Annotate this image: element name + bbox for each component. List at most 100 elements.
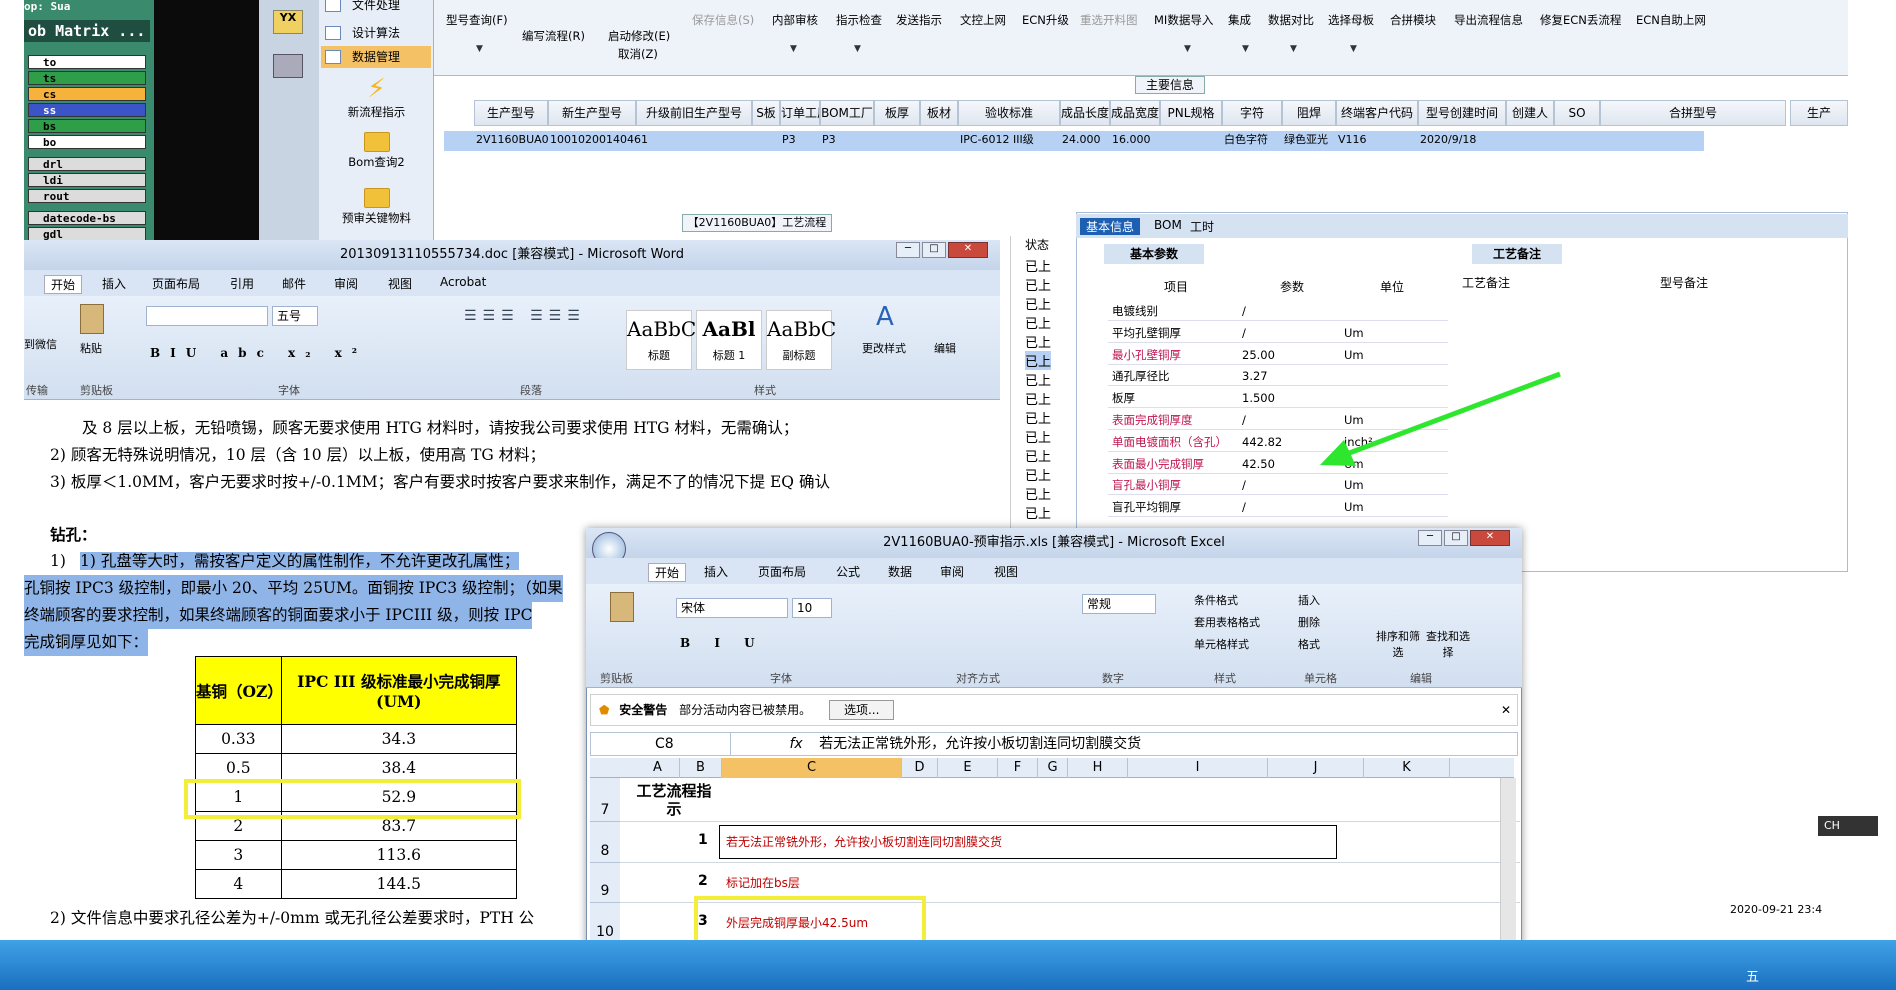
layer-item[interactable]: bs bbox=[28, 119, 146, 133]
grid-column-header[interactable]: BOM工厂 bbox=[820, 100, 874, 126]
find-select-button[interactable]: 查找和选择 bbox=[1426, 628, 1470, 660]
printer-icon[interactable] bbox=[273, 54, 303, 78]
toolbar-compare[interactable]: 数据对比 bbox=[1268, 12, 1314, 28]
toolbar-save[interactable]: 保存信息(S) bbox=[692, 12, 754, 28]
column-header[interactable]: A bbox=[636, 758, 680, 778]
subtab-basic-params[interactable]: 基本参数 bbox=[1104, 244, 1204, 264]
toolbar-doc-online[interactable]: 文控上网 bbox=[960, 12, 1006, 28]
layer-item[interactable]: to bbox=[28, 55, 146, 69]
grid-column-header[interactable]: 新生产型号 bbox=[548, 100, 636, 126]
grid-column-header[interactable]: 字符 bbox=[1222, 100, 1282, 126]
tab-basic-info[interactable]: 基本信息 bbox=[1080, 218, 1141, 235]
change-style-button[interactable]: 更改样式 bbox=[862, 340, 906, 356]
toolbar-cancel[interactable]: 取消(Z) bbox=[618, 46, 658, 62]
param-row[interactable]: 最小孔壁铜厚 25.00 Um bbox=[1108, 344, 1448, 365]
column-header[interactable]: B bbox=[680, 758, 722, 778]
grid-column-header[interactable]: 板厚 bbox=[874, 100, 920, 126]
row-header[interactable]: 7 bbox=[590, 778, 620, 822]
column-header[interactable]: I bbox=[1128, 758, 1268, 778]
edit-button[interactable]: 编辑 bbox=[934, 340, 956, 356]
maximize-icon[interactable]: □ bbox=[922, 242, 946, 258]
style-heading1[interactable]: AaBl 标题 1 bbox=[696, 310, 762, 370]
grid-column-header[interactable]: 订单工厂 bbox=[780, 100, 820, 126]
toolbar-integrate[interactable]: 集成 bbox=[1228, 12, 1251, 28]
toolbar-internal-review[interactable]: 内部审核 bbox=[772, 12, 818, 28]
maximize-icon[interactable]: □ bbox=[1444, 530, 1468, 546]
grid-column-header[interactable]: 验收标准 bbox=[958, 100, 1060, 126]
param-value[interactable]: / bbox=[1242, 474, 1246, 496]
grid-column-header[interactable]: 终端客户代码 bbox=[1336, 100, 1418, 126]
param-value[interactable]: 25.00 bbox=[1242, 344, 1275, 366]
grid-column-header[interactable]: 生产 bbox=[1790, 100, 1848, 126]
param-value[interactable]: / bbox=[1242, 300, 1246, 322]
param-value[interactable]: 42.50 bbox=[1242, 453, 1275, 475]
options-button[interactable]: 选项... bbox=[828, 700, 895, 720]
toolbar-ecn-self[interactable]: ECN自助上网 bbox=[1636, 12, 1706, 28]
excel-tab-home[interactable]: 开始 bbox=[648, 563, 687, 582]
param-row[interactable]: 电镀线别 / bbox=[1108, 300, 1448, 321]
column-header[interactable]: F bbox=[998, 758, 1038, 778]
grid-column-header[interactable]: SO bbox=[1554, 100, 1600, 126]
format-cells-button[interactable]: 格式 bbox=[1298, 636, 1320, 652]
param-value[interactable]: / bbox=[1242, 496, 1246, 518]
grid-column-header[interactable]: PNL规格 bbox=[1160, 100, 1222, 126]
minimize-icon[interactable]: ─ bbox=[896, 242, 920, 258]
row-header[interactable]: 9 bbox=[590, 863, 620, 903]
grid-column-header[interactable]: 升级前旧生产型号 bbox=[636, 100, 752, 126]
cell-c[interactable]: 标记加在bs层 bbox=[726, 873, 800, 893]
param-value[interactable]: 3.27 bbox=[1242, 365, 1268, 387]
key-material-button[interactable]: 预审关键物料 bbox=[319, 188, 434, 226]
grid-column-header[interactable]: 生产型号 bbox=[474, 100, 548, 126]
toolbar-export-flow[interactable]: 导出流程信息 bbox=[1454, 12, 1523, 28]
toolbar-check[interactable]: 指示检查 bbox=[836, 12, 882, 28]
wechat-button[interactable]: 到微信 bbox=[24, 336, 57, 352]
excel-font-size-box[interactable]: 10 bbox=[792, 598, 832, 618]
layer-item[interactable]: drl bbox=[28, 157, 146, 171]
column-header[interactable]: K bbox=[1364, 758, 1450, 778]
paste-button[interactable]: 粘贴 bbox=[80, 340, 102, 356]
toolbar-start-modify[interactable]: 启动修改(E) bbox=[608, 28, 670, 44]
bom-query-button[interactable]: Bom查询2 bbox=[319, 132, 434, 170]
font-format-buttons[interactable]: BIU abc x₂ x² bbox=[150, 346, 367, 360]
param-value[interactable]: / bbox=[1242, 409, 1246, 431]
toolbar-model-query[interactable]: 型号查询(F) bbox=[446, 12, 508, 28]
excel-format-buttons[interactable]: B I U bbox=[680, 636, 765, 650]
toolbar-merge[interactable]: 合拼模块 bbox=[1390, 12, 1436, 28]
toolbar-send[interactable]: 发送指示 bbox=[896, 12, 942, 28]
word-tab-view[interactable]: 视图 bbox=[388, 275, 412, 292]
excel-tab-insert[interactable]: 插入 bbox=[704, 563, 728, 580]
name-box[interactable]: C8 bbox=[591, 733, 731, 755]
param-row[interactable]: 盲孔最小铜厚 / Um bbox=[1108, 474, 1448, 496]
cell-style-button[interactable]: 单元格样式 bbox=[1194, 636, 1249, 652]
cell-c[interactable]: 若无法正常铣外形，允许按小板切割连同切割膜交货 bbox=[719, 825, 1337, 859]
toolbar-repair-ecn[interactable]: 修复ECN丢流程 bbox=[1540, 12, 1621, 28]
param-value[interactable]: 1.500 bbox=[1242, 387, 1275, 409]
column-header[interactable]: H bbox=[1068, 758, 1128, 778]
tab-hours[interactable]: 工时 bbox=[1190, 218, 1214, 235]
grid-column-header[interactable]: 成品长度 bbox=[1060, 100, 1110, 126]
grid-column-header[interactable]: 板材 bbox=[920, 100, 958, 126]
menu-item-design[interactable]: 设计算法 bbox=[321, 22, 431, 44]
formula-input[interactable]: 若无法正常铣外形，允许按小板切割连同切割膜交货 bbox=[819, 736, 1141, 752]
word-tab-review[interactable]: 审阅 bbox=[334, 275, 358, 292]
row-header[interactable]: 8 bbox=[590, 822, 620, 863]
layer-item[interactable]: ts bbox=[28, 71, 146, 85]
layer-item[interactable]: ss bbox=[28, 103, 146, 117]
table-format-button[interactable]: 套用表格格式 bbox=[1194, 614, 1260, 630]
menu-item-data[interactable]: 数据管理 bbox=[321, 46, 431, 68]
grid-column-header[interactable]: S板 bbox=[752, 100, 780, 126]
row-header[interactable]: 10 bbox=[590, 903, 620, 944]
excel-number-format[interactable]: 常规 bbox=[1082, 594, 1156, 614]
toolbar-reselect-cut[interactable]: 重选开料图 bbox=[1080, 12, 1138, 28]
toolbar-select-mother[interactable]: 选择母板 bbox=[1328, 12, 1374, 28]
toolbar-edit-flow[interactable]: 编写流程(R) bbox=[522, 28, 585, 44]
close-icon[interactable]: ✕ bbox=[1470, 530, 1510, 546]
layer-item[interactable]: gdl bbox=[28, 227, 146, 241]
layer-item[interactable]: bo bbox=[28, 135, 146, 149]
sort-filter-button[interactable]: 排序和筛选 bbox=[1376, 628, 1420, 660]
menu-item-file[interactable]: 文件处理 bbox=[321, 0, 431, 16]
column-header[interactable]: C bbox=[722, 758, 902, 778]
word-tab-insert[interactable]: 插入 bbox=[102, 275, 126, 292]
new-flow-button[interactable]: ⚡ 新流程指示 bbox=[319, 74, 434, 120]
excel-tab-layout[interactable]: 页面布局 bbox=[758, 563, 806, 580]
